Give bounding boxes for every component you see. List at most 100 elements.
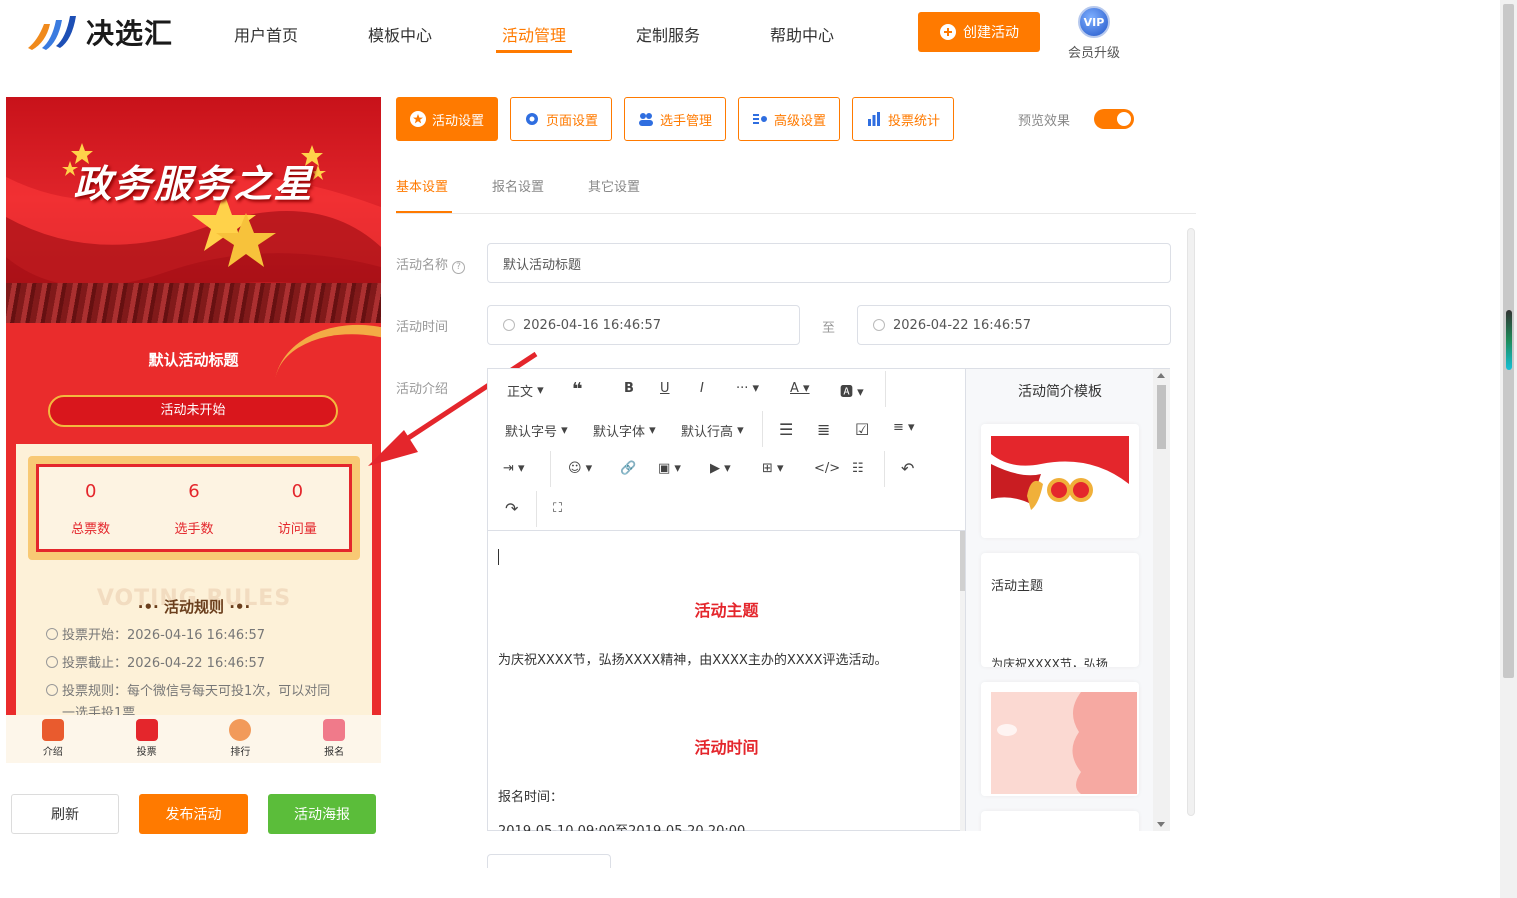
start-time-value: 2026-04-16 16:46:57 [523, 317, 662, 333]
indent-icon[interactable]: ⇥ ▾ [503, 461, 525, 476]
template-card-3[interactable] [981, 682, 1139, 796]
background-color-icon[interactable]: 🅰 ▾ [840, 381, 864, 400]
tab-advanced-settings[interactable]: 高级设置 [738, 97, 840, 141]
editor-content[interactable]: 活动主题 为庆祝XXXX节，弘扬XXXX精神，由XXXX主办的XXXX评选活动。… [488, 531, 965, 831]
star-circle-icon [409, 111, 426, 127]
activity-name-label: 活动名称? [396, 254, 466, 274]
line-height-dropdown[interactable]: 默认行高 ▾ [681, 421, 744, 440]
font-family-label: 默认字体 [593, 425, 646, 440]
template-card-2[interactable]: 活动主题 为庆祝XXXX节，弘扬 [981, 553, 1139, 667]
toolbar-separator [762, 411, 763, 447]
fullscreen-icon[interactable]: ⛶ [553, 501, 562, 516]
clock-icon [46, 656, 58, 668]
content-heading-theme: 活动主题 [694, 601, 759, 620]
page-scrollbar[interactable] [1500, 0, 1517, 898]
preview-banner: 政务服务之星 [6, 97, 381, 323]
nav-custom-service[interactable]: 定制服务 [636, 22, 700, 46]
nav-activity-management[interactable]: 活动管理 [502, 22, 566, 46]
help-icon[interactable]: ? [452, 261, 466, 274]
font-size-dropdown[interactable]: 默认字号 ▾ [505, 421, 568, 440]
preview-activity-title: 默认活动标题 [148, 351, 239, 369]
top-header: 决选汇 用户首页 模板中心 活动管理 定制服务 帮助中心 创建活动 VIP 会员… [0, 0, 1500, 68]
editor-toolbar: 正文 ▾ ❝ B U I ··· ▾ A ▾ 🅰 ▾ 默认字号 ▾ 默认字体 ▾… [488, 369, 965, 531]
subtab-active-indicator [396, 211, 452, 213]
stat-total-votes: 0 总票数 [39, 467, 142, 549]
preview-toggle[interactable] [1094, 109, 1134, 129]
start-time-input[interactable]: 2026-04-16 16:46:57 [487, 305, 800, 345]
code-icon[interactable]: </> [814, 461, 840, 476]
nav-help-center[interactable]: 帮助中心 [770, 22, 834, 46]
table-icon[interactable]: ⊞ ▾ [762, 461, 784, 476]
tab-signup[interactable]: 报名 [287, 715, 381, 763]
activity-intro-label: 活动介绍 [396, 382, 449, 397]
logo[interactable]: 决选汇 [24, 10, 173, 54]
tab-intro-label: 介绍 [42, 747, 63, 758]
paragraph-style-dropdown[interactable]: 正文 ▾ [507, 381, 544, 400]
template-card-1[interactable] [981, 424, 1139, 538]
link-icon[interactable]: 🔗 [620, 461, 636, 476]
form-scrollbar[interactable] [1187, 228, 1195, 816]
font-size-label: 默认字号 [505, 425, 558, 440]
numbered-list-icon[interactable]: ≣ [817, 420, 830, 439]
publish-activity-button[interactable]: 发布活动 [139, 794, 248, 834]
tab-contestant-management[interactable]: 选手管理 [624, 97, 726, 141]
video-icon[interactable]: ▶ ▾ [710, 461, 731, 476]
scroll-up-icon[interactable] [1157, 373, 1165, 378]
underline-icon[interactable]: U [660, 381, 670, 396]
align-icon[interactable]: ≡ ▾ [893, 420, 915, 435]
emoji-icon[interactable]: ☺ ▾ [568, 461, 592, 476]
nav-template-center[interactable]: 模板中心 [368, 22, 432, 46]
italic-icon[interactable]: I [700, 381, 704, 396]
vip-upgrade[interactable]: VIP 会员升级 [1062, 6, 1126, 61]
mobile-preview: 政务服务之星 默认活动标题 活动未开始 0 总票数 6 选手数 0 访问量 VO… [6, 97, 381, 763]
clock-icon [503, 319, 515, 331]
font-family-dropdown[interactable]: 默认字体 ▾ [593, 421, 656, 440]
more-icon[interactable]: ··· ▾ [736, 381, 759, 396]
subtab-basic-settings[interactable]: 基本设置 [396, 176, 448, 195]
end-time-input[interactable]: 2026-04-22 16:46:57 [857, 305, 1171, 345]
template-card-4[interactable] [981, 811, 1139, 831]
clock-icon [873, 319, 885, 331]
template-panel-scrollbar[interactable] [1153, 369, 1170, 831]
rules-title-deco-right: ·•· [229, 598, 251, 616]
tab-vote-statistics[interactable]: 投票统计 [852, 97, 954, 141]
next-form-field[interactable] [487, 854, 611, 868]
divider-icon[interactable]: ☷ [852, 461, 864, 476]
quote-icon[interactable]: ❝ [572, 379, 583, 400]
tab-page-settings[interactable]: 页面设置 [510, 97, 612, 141]
tab-advanced-settings-label: 高级设置 [773, 113, 826, 129]
activity-poster-button[interactable]: 活动海报 [268, 794, 376, 834]
template-scrollbar-thumb[interactable] [1157, 385, 1166, 449]
tab-intro[interactable]: 介绍 [6, 715, 100, 763]
template-card-2-title: 活动主题 [991, 579, 1044, 594]
create-activity-button[interactable]: 创建活动 [918, 12, 1040, 52]
tab-activity-settings-label: 活动设置 [431, 113, 484, 129]
intro-icon [41, 719, 64, 741]
activity-name-label-text: 活动名称 [396, 258, 449, 273]
info-icon [46, 684, 58, 696]
font-color-icon[interactable]: A ▾ [790, 381, 810, 396]
activity-time-label: 活动时间 [396, 320, 449, 335]
users-icon [638, 113, 653, 126]
scroll-indicator-mark [1506, 310, 1512, 370]
subtab-other-settings[interactable]: 其它设置 [588, 176, 640, 195]
bullet-list-icon[interactable]: ☰ [779, 420, 793, 439]
rules-title-deco-left: ·•· [137, 598, 159, 616]
refresh-button[interactable]: 刷新 [11, 794, 119, 834]
nav-user-home[interactable]: 用户首页 [234, 22, 298, 46]
tab-activity-settings[interactable]: 活动设置 [396, 97, 498, 141]
tab-vote[interactable]: 投票 [100, 715, 194, 763]
undo-icon[interactable]: ↶ [901, 459, 914, 478]
medal-icon [229, 719, 252, 741]
subtab-signup-settings[interactable]: 报名设置 [492, 176, 544, 195]
bold-icon[interactable]: B [624, 381, 634, 396]
image-icon[interactable]: ▣ ▾ [658, 461, 681, 476]
stat-total-votes-value: 0 [84, 481, 97, 502]
checklist-icon[interactable]: ☑ [855, 420, 869, 439]
activity-name-input[interactable]: 默认活动标题 [487, 243, 1171, 283]
vote-icon [135, 719, 158, 741]
tab-page-settings-label: 页面设置 [545, 113, 598, 129]
scroll-down-icon[interactable] [1157, 822, 1165, 827]
redo-icon[interactable]: ↷ [505, 499, 518, 518]
tab-ranking[interactable]: 排行 [194, 715, 288, 763]
